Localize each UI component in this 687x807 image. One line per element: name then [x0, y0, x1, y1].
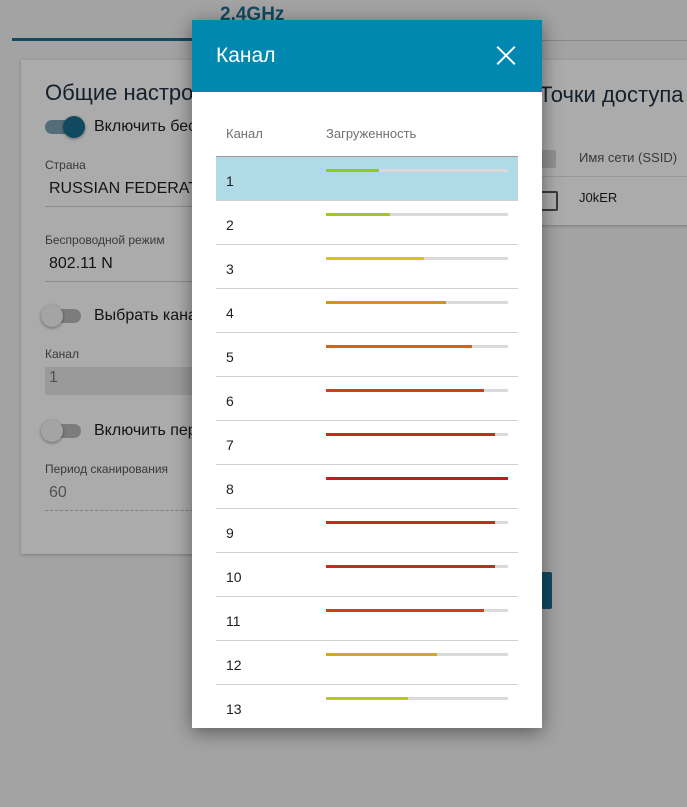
load-bar	[326, 697, 508, 700]
channel-row[interactable]: 6	[216, 377, 518, 421]
channel-row[interactable]: 9	[216, 509, 518, 553]
load-bar-fill	[326, 345, 472, 348]
channel-number: 12	[226, 657, 242, 673]
channel-number: 7	[226, 437, 234, 453]
load-bar-fill	[326, 301, 447, 304]
channel-number: 11	[226, 613, 241, 629]
channel-table: Канал Загруженность 1 2 3 4 5 6 7 8 9 10 11 12 13	[216, 116, 518, 728]
channel-number: 4	[226, 305, 234, 321]
load-bar	[326, 213, 508, 216]
channel-row[interactable]: 1	[216, 157, 518, 201]
load-bar	[326, 477, 508, 480]
channel-row[interactable]: 11	[216, 597, 518, 641]
channel-row[interactable]: 2	[216, 201, 518, 245]
channel-number: 9	[226, 525, 234, 541]
load-bar-fill	[326, 169, 379, 172]
load-bar-fill	[326, 477, 508, 480]
channel-row[interactable]: 3	[216, 245, 518, 289]
channel-table-header: Канал Загруженность	[216, 116, 518, 157]
load-bar-fill	[326, 433, 496, 436]
modal-title: Канал	[216, 44, 276, 67]
channel-number: 6	[226, 393, 234, 409]
load-bar	[326, 257, 508, 260]
load-bar	[326, 565, 508, 568]
load-bar	[326, 609, 508, 612]
load-bar	[326, 433, 508, 436]
load-bar-fill	[326, 653, 438, 656]
channel-number: 5	[226, 349, 234, 365]
channel-number: 2	[226, 217, 234, 233]
channel-number: 1	[226, 173, 234, 189]
channel-row[interactable]: 10	[216, 553, 518, 597]
load-bar	[326, 653, 508, 656]
channel-row[interactable]: 7	[216, 421, 518, 465]
load-bar-fill	[326, 257, 425, 260]
load-bar-fill	[326, 565, 496, 568]
load-bar-fill	[326, 609, 485, 612]
channel-column-header: Канал	[226, 126, 263, 141]
load-bar	[326, 169, 508, 172]
load-bar	[326, 521, 508, 524]
load-bar	[326, 389, 508, 392]
channel-row[interactable]: 4	[216, 289, 518, 333]
channel-row[interactable]: 13	[216, 685, 518, 728]
load-bar	[326, 301, 508, 304]
channel-number: 8	[226, 481, 234, 497]
channel-number: 3	[226, 261, 234, 277]
close-icon[interactable]	[492, 42, 520, 70]
load-bar-fill	[326, 521, 496, 524]
load-column-header: Загруженность	[326, 126, 417, 141]
load-bar-fill	[326, 697, 408, 700]
channel-row[interactable]: 8	[216, 465, 518, 509]
channel-row[interactable]: 5	[216, 333, 518, 377]
load-bar-fill	[326, 213, 390, 216]
modal-header: Канал	[192, 20, 542, 92]
channel-rows: 1 2 3 4 5 6 7 8 9 10 11 12 13	[216, 157, 518, 728]
channel-number: 10	[226, 569, 242, 585]
load-bar	[326, 345, 508, 348]
load-bar-fill	[326, 389, 485, 392]
channel-row[interactable]: 12	[216, 641, 518, 685]
channel-number: 13	[226, 701, 242, 717]
channel-modal: Канал Канал Загруженность 1 2 3 4 5 6 7 8 9 10 11 1…	[192, 20, 542, 728]
